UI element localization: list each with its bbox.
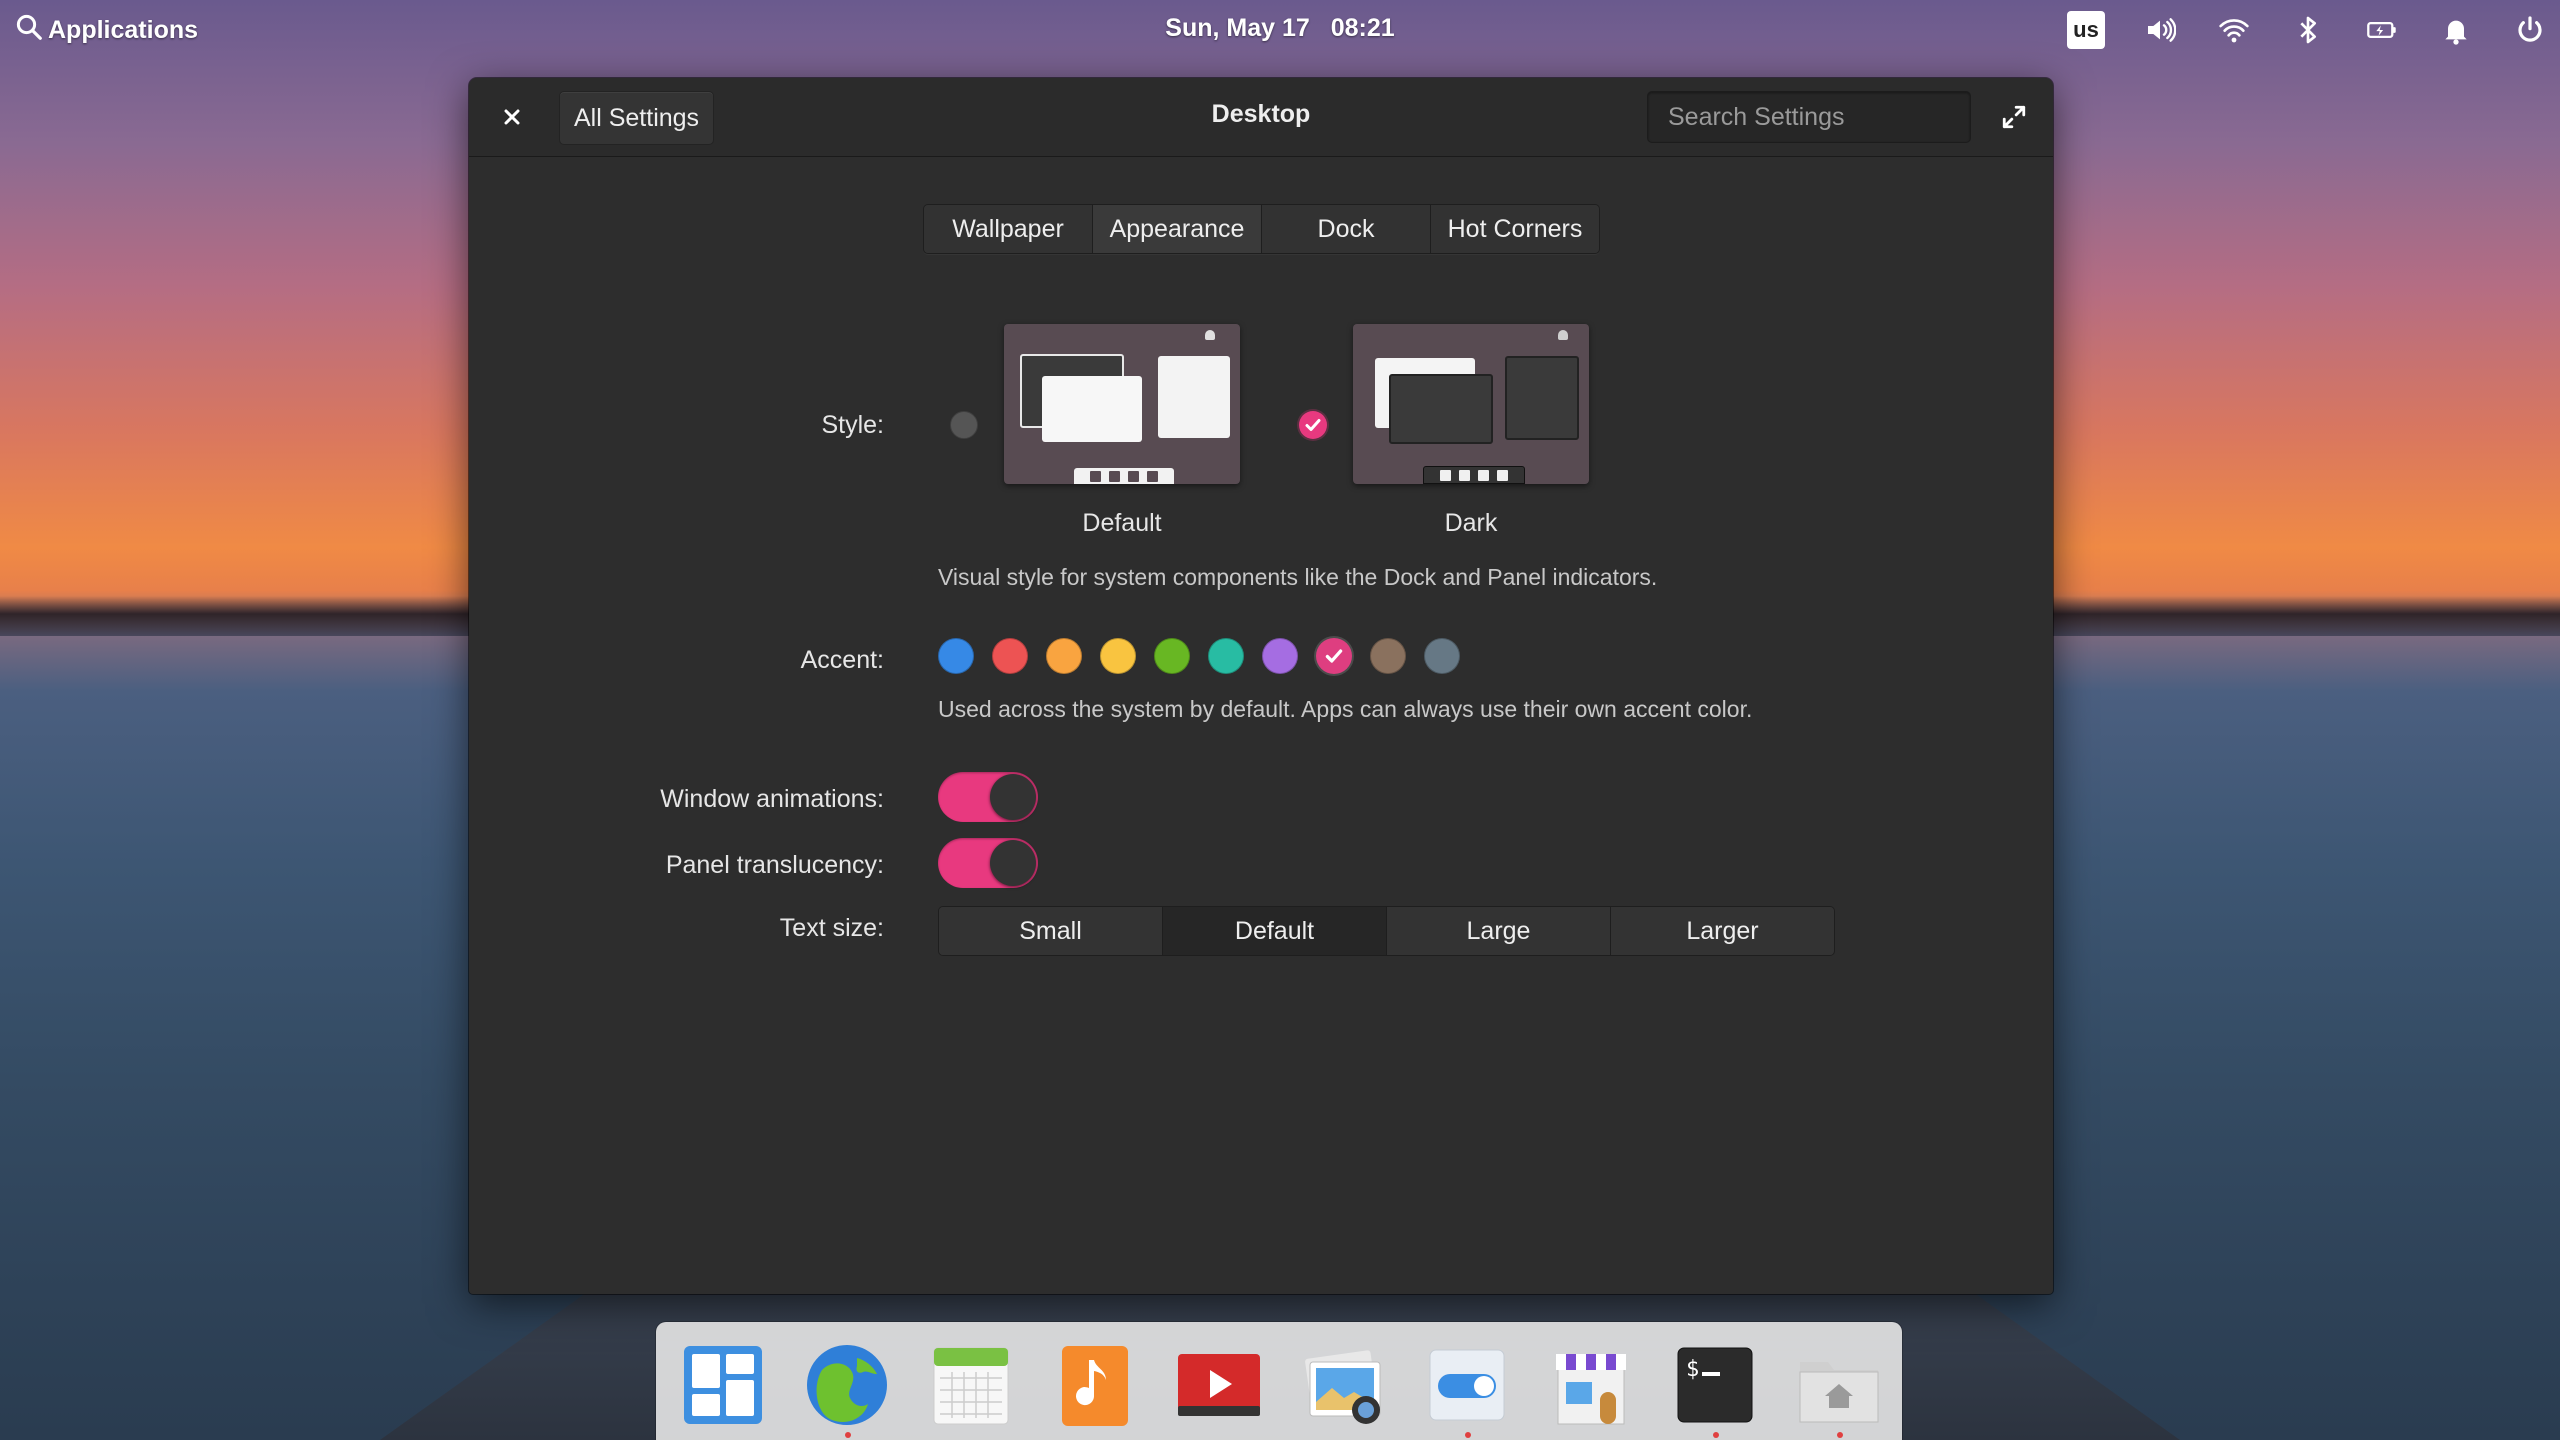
style-dark-caption: Dark [1444, 509, 1498, 537]
accent-swatch[interactable] [1370, 638, 1406, 674]
accent-swatch[interactable] [1046, 638, 1082, 674]
accent-swatch[interactable] [1316, 638, 1352, 674]
running-indicator [1837, 1432, 1843, 1438]
dock-terminal[interactable]: $ [1670, 1340, 1760, 1430]
battery-icon[interactable] [2362, 10, 2402, 50]
accent-color-picker [938, 638, 1460, 674]
dock: $ [656, 1322, 1902, 1440]
accent-swatch[interactable] [1424, 638, 1460, 674]
time-text: 08:21 [1330, 14, 1395, 42]
dock-music[interactable] [1050, 1340, 1140, 1430]
photos-icon [1305, 1350, 1381, 1424]
checkmark-icon [1325, 649, 1343, 663]
window-animations-label: Window animations: [660, 785, 884, 813]
text-size-default[interactable]: Default [1163, 907, 1387, 955]
dock-appcenter[interactable] [1546, 1340, 1636, 1430]
power-icon[interactable] [2510, 10, 2550, 50]
dock-files[interactable] [1794, 1340, 1884, 1430]
style-dark-preview[interactable] [1353, 324, 1589, 484]
volume-icon[interactable] [2140, 10, 2180, 50]
maximize-icon [2002, 105, 2026, 129]
accent-label: Accent: [800, 646, 884, 674]
running-indicator [845, 1432, 851, 1438]
terminal-icon: $ [1677, 1347, 1753, 1423]
text-size-small[interactable]: Small [939, 907, 1163, 955]
style-default-radio[interactable] [950, 411, 978, 439]
bell-icon [1205, 330, 1215, 340]
style-hint: Visual style for system components like … [938, 564, 1658, 590]
tab-appearance[interactable]: Appearance [1093, 205, 1262, 253]
keyboard-layout-badge: us [2067, 11, 2105, 49]
accent-swatch[interactable] [1208, 638, 1244, 674]
tab-hot-corners[interactable]: Hot Corners [1431, 205, 1599, 253]
search-input[interactable] [1666, 101, 1992, 133]
style-dark-radio[interactable] [1299, 411, 1327, 439]
window-headerbar: All Settings Desktop [469, 78, 2053, 157]
style-default-caption: Default [1082, 509, 1162, 537]
multitasking-view-icon [684, 1346, 762, 1424]
tab-dock[interactable]: Dock [1262, 205, 1431, 253]
text-size-large[interactable]: Large [1387, 907, 1611, 955]
accent-swatch[interactable] [1100, 638, 1136, 674]
style-label: Style: [821, 411, 884, 439]
window-animations-switch[interactable] [938, 772, 1038, 822]
wifi-icon[interactable] [2214, 10, 2254, 50]
section-tabs: Wallpaper Appearance Dock Hot Corners [923, 204, 1600, 254]
keyboard-indicator[interactable]: us [2066, 10, 2106, 50]
system-settings-icon [1429, 1349, 1505, 1421]
settings-window: All Settings Desktop Wallpaper Appearanc… [469, 78, 2053, 1294]
accent-swatch[interactable] [1262, 638, 1298, 674]
web-browser-icon [807, 1345, 887, 1425]
text-size-larger[interactable]: Larger [1611, 907, 1834, 955]
accent-swatch[interactable] [992, 638, 1028, 674]
files-icon [1799, 1362, 1879, 1423]
text-size-selector: Small Default Large Larger [938, 906, 1835, 956]
calendar-icon [933, 1347, 1009, 1425]
running-indicator [1465, 1432, 1471, 1438]
style-default-preview[interactable] [1004, 324, 1240, 484]
dock-system-settings[interactable] [1422, 1340, 1512, 1430]
dock-multitasking-view[interactable] [678, 1340, 768, 1430]
notifications-icon[interactable] [2436, 10, 2476, 50]
dock-calendar[interactable] [926, 1340, 1016, 1430]
music-icon [1062, 1346, 1128, 1426]
videos-icon [1178, 1354, 1260, 1416]
search-settings-field[interactable] [1647, 91, 1992, 143]
appcenter-icon [1556, 1354, 1626, 1425]
accent-swatch[interactable] [938, 638, 974, 674]
panel-indicators: us [2066, 10, 2550, 50]
svg-text:$: $ [1686, 1357, 1699, 1382]
checkmark-icon [1305, 419, 1321, 431]
top-panel: Applications Sun, May 17 08:21 us [0, 0, 2560, 58]
running-indicator [1713, 1432, 1719, 1438]
maximize-button[interactable] [1997, 100, 2031, 134]
text-size-label: Text size: [779, 914, 884, 942]
accent-hint: Used across the system by default. Apps … [938, 696, 1753, 722]
date-text: Sun, May 17 [1165, 14, 1310, 42]
panel-translucency-label: Panel translucency: [665, 851, 884, 879]
accent-swatch[interactable] [1154, 638, 1190, 674]
dock-web-browser[interactable] [802, 1340, 892, 1430]
dock-videos[interactable] [1174, 1340, 1264, 1430]
bluetooth-icon[interactable] [2288, 10, 2328, 50]
panel-translucency-switch[interactable] [938, 838, 1038, 888]
tab-wallpaper[interactable]: Wallpaper [924, 205, 1093, 253]
bell-icon [1558, 330, 1568, 340]
dock-photos[interactable] [1298, 1340, 1388, 1430]
